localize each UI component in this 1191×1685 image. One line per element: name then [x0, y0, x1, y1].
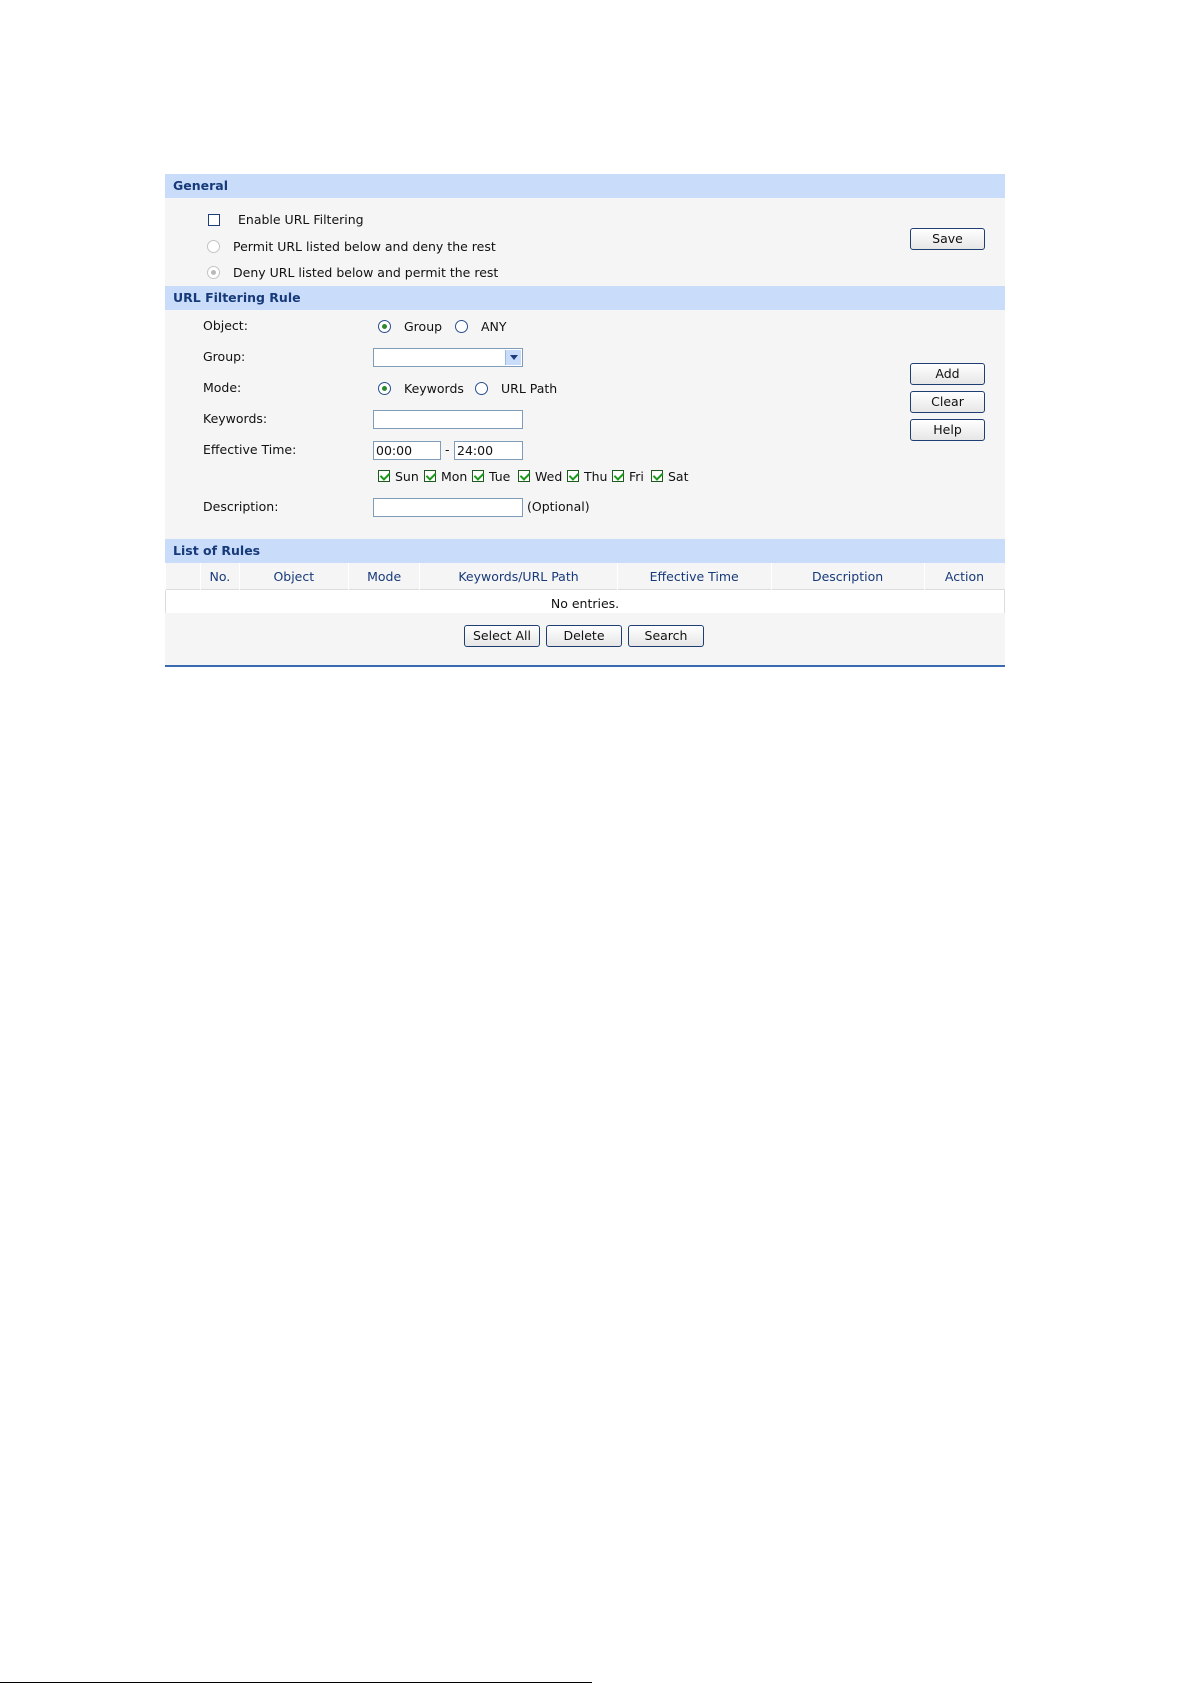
select-all-button[interactable]: Select All — [464, 625, 540, 647]
day-mon-checkbox[interactable] — [424, 470, 436, 482]
description-optional-hint: (Optional) — [527, 499, 590, 514]
day-tue-checkbox[interactable] — [472, 470, 484, 482]
mode-url-path-label: URL Path — [501, 381, 558, 396]
day-sun-label: Sun — [395, 469, 419, 484]
object-label: Object: — [203, 318, 248, 333]
day-tue-label: Tue — [489, 469, 511, 484]
column-header-checkbox — [164, 563, 201, 590]
column-header-mode: Mode — [348, 563, 420, 590]
rules-table: No. Object Mode Keywords/URL Path Effect… — [164, 563, 1005, 617]
add-button[interactable]: Add — [910, 363, 985, 385]
general-section-header: General — [165, 174, 1005, 198]
mode-label: Mode: — [203, 380, 242, 395]
rules-actions-bar: Select All Delete Search — [165, 613, 1005, 665]
save-button[interactable]: Save — [910, 228, 985, 250]
deny-policy-label: Deny URL listed below and permit the res… — [233, 265, 499, 280]
object-group-radio[interactable] — [378, 320, 391, 333]
description-label: Description: — [203, 499, 279, 514]
object-group-label: Group — [404, 319, 443, 334]
day-sun-checkbox[interactable] — [378, 470, 390, 482]
delete-button[interactable]: Delete — [546, 625, 622, 647]
permit-policy-radio[interactable] — [207, 240, 220, 253]
day-thu-label: Thu — [584, 469, 608, 484]
effective-time-start-input[interactable]: 00:00 — [373, 441, 441, 460]
column-header-action: Action — [923, 563, 1005, 590]
permit-policy-label: Permit URL listed below and deny the res… — [233, 239, 496, 254]
panel-bottom-divider — [165, 665, 1005, 667]
day-thu-checkbox[interactable] — [567, 470, 579, 482]
deny-policy-radio[interactable] — [207, 266, 220, 279]
enable-url-filtering-checkbox[interactable] — [208, 214, 220, 226]
clear-button[interactable]: Clear — [910, 391, 985, 413]
mode-keywords-radio[interactable] — [378, 382, 391, 395]
footer-divider — [0, 1682, 592, 1683]
day-fri-checkbox[interactable] — [612, 470, 624, 482]
object-any-radio[interactable] — [455, 320, 468, 333]
mode-keywords-label: Keywords — [404, 381, 464, 396]
column-header-effective-time: Effective Time — [616, 563, 772, 590]
column-header-keywords-url-path: Keywords/URL Path — [419, 563, 618, 590]
url-filtering-rule-section-body: Object: Group ANY Group: Mode: Keywords … — [165, 310, 1005, 539]
day-wed-label: Wed — [535, 469, 563, 484]
url-filtering-panel: General Enable URL Filtering Permit URL … — [164, 174, 1005, 667]
day-fri-label: Fri — [629, 469, 644, 484]
day-wed-checkbox[interactable] — [518, 470, 530, 482]
help-button[interactable]: Help — [910, 419, 985, 441]
group-label: Group: — [203, 349, 246, 364]
search-button[interactable]: Search — [628, 625, 704, 647]
day-sat-checkbox[interactable] — [651, 470, 663, 482]
effective-time-end-input[interactable]: 24:00 — [454, 441, 523, 460]
list-of-rules-section-header: List of Rules — [165, 539, 1005, 563]
column-header-description: Description — [770, 563, 924, 590]
description-input[interactable] — [373, 498, 523, 517]
mode-url-path-radio[interactable] — [475, 382, 488, 395]
column-header-no: No. — [200, 563, 240, 590]
keywords-label: Keywords: — [203, 411, 268, 426]
enable-url-filtering-label: Enable URL Filtering — [238, 212, 364, 227]
general-section-body: Enable URL Filtering Permit URL listed b… — [165, 198, 1005, 286]
chevron-down-icon[interactable] — [505, 350, 521, 365]
group-select[interactable] — [373, 348, 523, 367]
rules-table-header: No. Object Mode Keywords/URL Path Effect… — [164, 563, 1005, 590]
day-sat-label: Sat — [668, 469, 689, 484]
day-mon-label: Mon — [441, 469, 468, 484]
column-header-object: Object — [238, 563, 349, 590]
effective-time-label: Effective Time: — [203, 442, 297, 457]
url-filtering-rule-section-header: URL Filtering Rule — [165, 286, 1005, 310]
keywords-input[interactable] — [373, 410, 523, 429]
time-separator: - — [445, 442, 450, 457]
object-any-label: ANY — [481, 319, 507, 334]
